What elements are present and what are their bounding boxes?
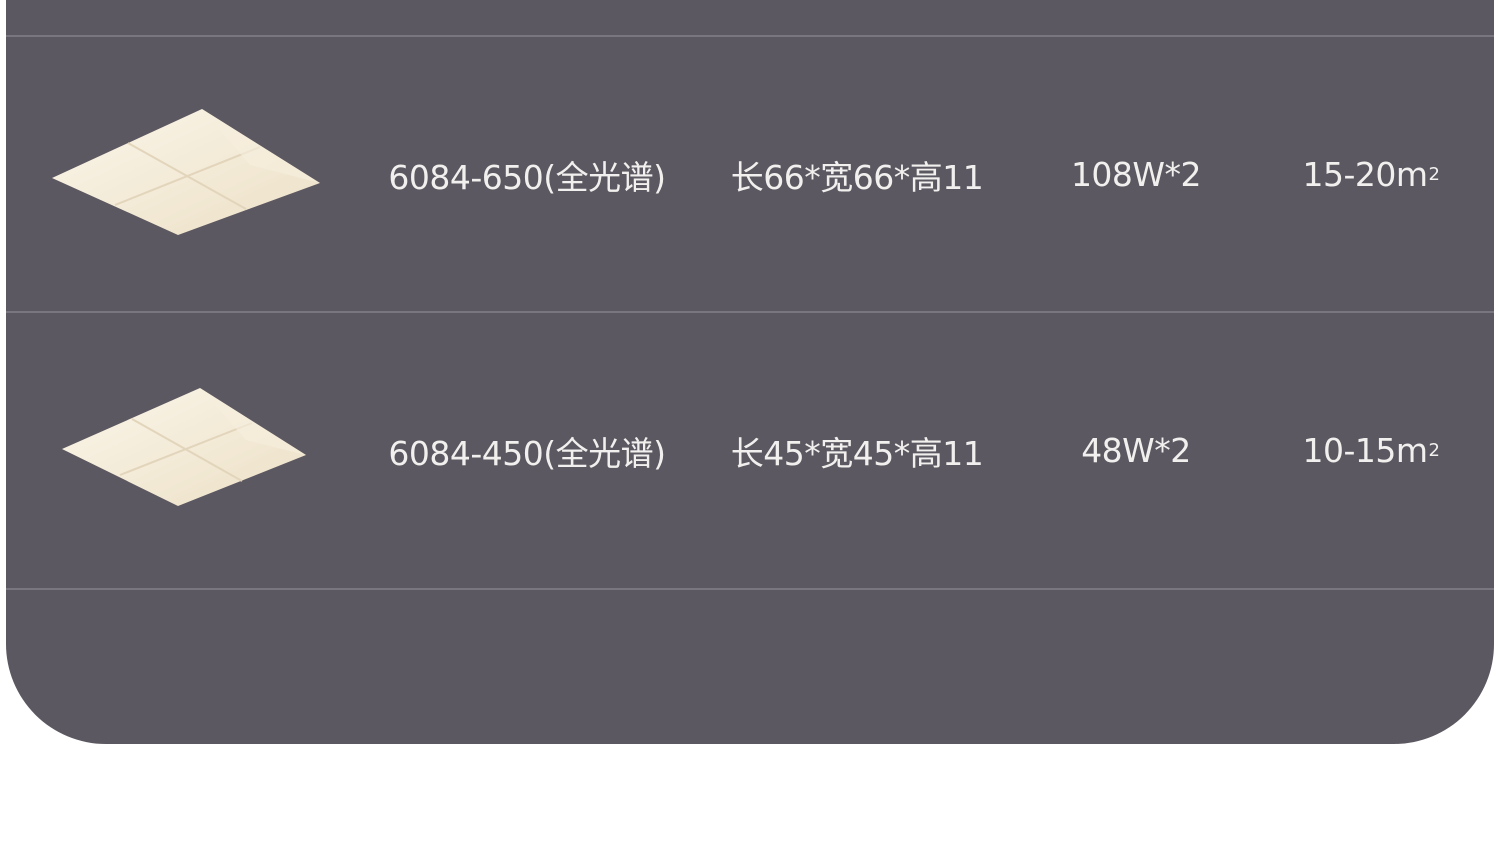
table-row: 6084-650(全光谱) 长66*宽66*高11 108W*2 15-20m 2	[6, 37, 1494, 312]
square-ceiling-lamp-icon	[62, 388, 306, 506]
table-row: 6084-450(全光谱) 长45*宽45*高11 48W*2 10-15m 2	[6, 313, 1494, 588]
model-cell: 6084-650(全光谱)	[388, 157, 666, 197]
size-cell: 长45*宽45*高11	[730, 433, 984, 473]
area-unit-sup: 2	[1428, 164, 1440, 185]
area-value: 10-15m	[1302, 431, 1429, 470]
spec-table-panel: 6084-650(全光谱) 长66*宽66*高11 108W*2 15-20m 2…	[6, 0, 1494, 744]
power-cell: 48W*2	[1081, 431, 1191, 470]
size-cell: 长66*宽66*高11	[730, 157, 984, 197]
area-cell: 15-20m 2	[1256, 37, 1486, 312]
power-cell: 108W*2	[1070, 155, 1202, 194]
row-divider	[6, 588, 1494, 590]
model-cell: 6084-450(全光谱)	[388, 433, 666, 473]
area-unit-sup: 2	[1428, 440, 1440, 461]
square-ceiling-lamp-icon	[52, 109, 320, 235]
area-cell: 10-15m 2	[1256, 313, 1486, 588]
area-value: 15-20m	[1302, 155, 1429, 194]
